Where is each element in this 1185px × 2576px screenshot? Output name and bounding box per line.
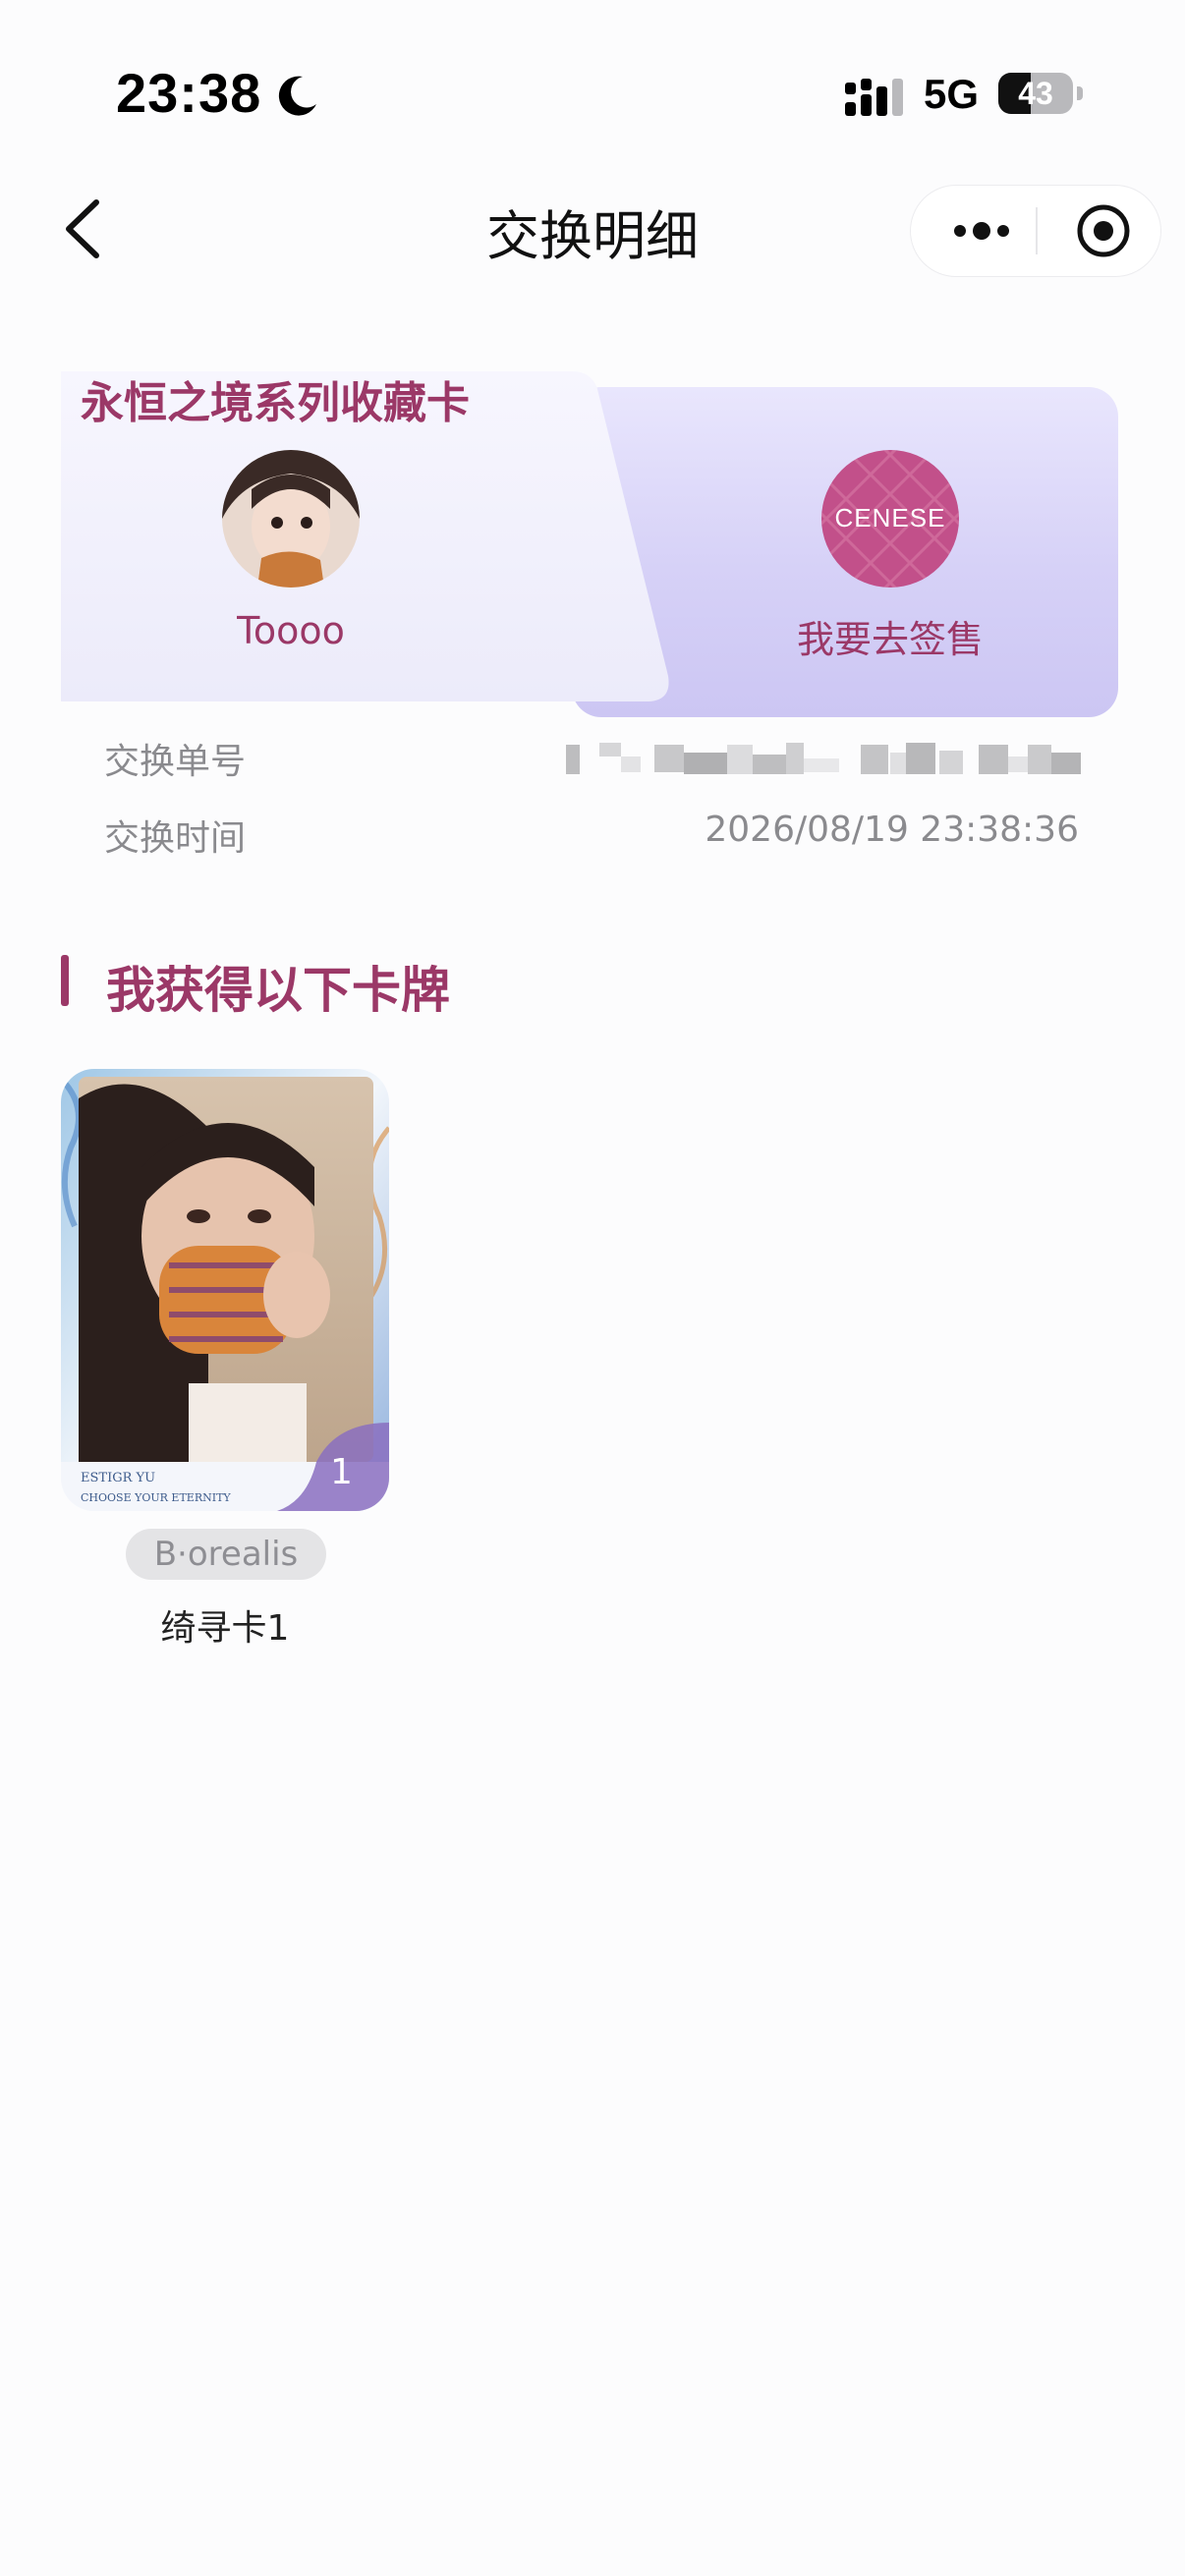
more-dots-icon[interactable] [950,211,1013,251]
brand-avatar[interactable]: CENESE [821,450,959,588]
moon-icon [278,76,316,116]
card-count: 1 [330,1452,353,1492]
section-accent-bar [61,955,69,1006]
card-image[interactable]: ESTIGR YU CHOOSE YOUR ETERNITY [61,1069,389,1511]
received-card[interactable]: ESTIGR YU CHOOSE YOUR ETERNITY 1 B·oreal… [61,1069,393,1658]
order-no-value-redacted [566,743,1081,774]
miniprogram-capsule [910,185,1161,277]
sender-username: Toooo [237,609,345,652]
exchange-detail-screen: 23:38 5G 43 交换明细 永恒之境系列收藏卡 Toooo CENESE … [0,0,1185,2576]
exchange-time-label: 交换时间 [104,818,247,859]
card-text-line2: CHOOSE YOUR ETERNITY [81,1491,231,1504]
exchange-time-value: 2026/08/19 23:38:36 [705,810,1079,850]
series-title: 永恒之境系列收藏卡 [81,378,470,428]
battery-level: 43 [1018,76,1053,111]
user-avatar[interactable] [222,450,360,588]
section-title: 我获得以下卡牌 [106,962,450,1019]
signal-icon [845,79,903,116]
network-label: 5G [924,71,980,117]
exchange-card: 永恒之境系列收藏卡 Toooo CENESE 我要去签售 [61,362,1118,719]
receiver-name: 我要去签售 [796,618,984,661]
battery-icon: 43 [998,73,1073,114]
status-time: 23:38 [116,62,262,124]
card-name: 绮寻卡1 [160,1608,290,1649]
card-text-line1: ESTIGR YU [81,1471,155,1485]
capsule-divider [1036,207,1038,254]
order-no-label: 交换单号 [104,742,247,782]
target-icon[interactable] [1076,203,1131,258]
card-tag: B·orealis [126,1529,326,1580]
battery-cap [1077,86,1083,100]
brand-logo-text: CENESE [835,503,946,532]
